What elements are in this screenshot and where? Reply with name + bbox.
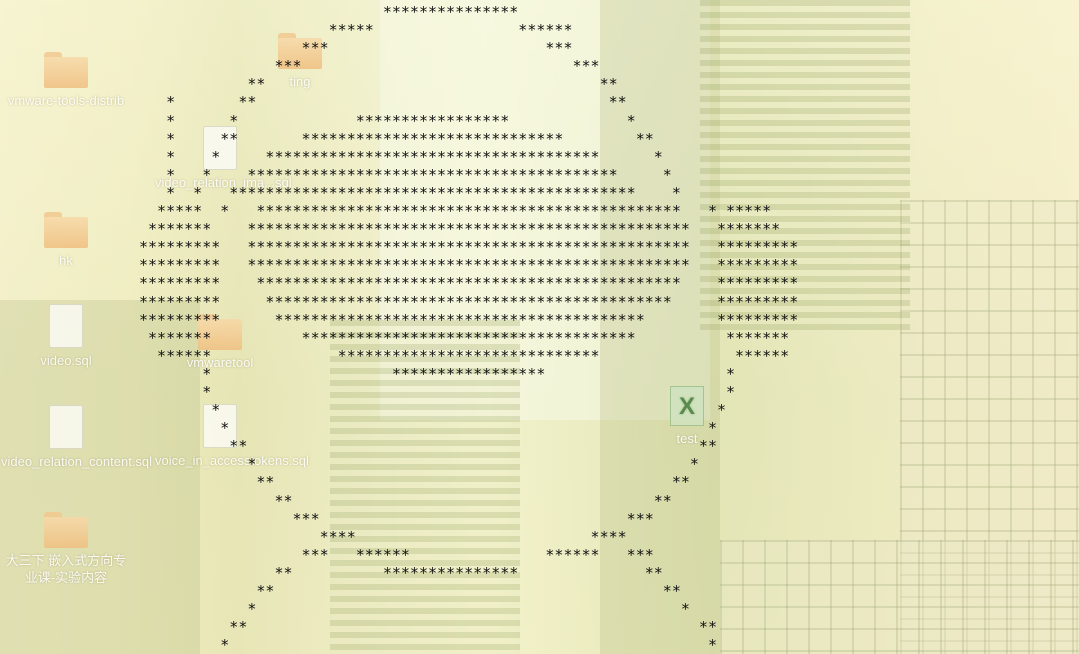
desktop-icon-label: video_relation_content.sql	[1, 454, 153, 469]
ascii-art-line: * * ************************************…	[139, 147, 663, 166]
ascii-art-line: * * ************************************…	[139, 165, 672, 184]
ascii-art-line: **** ****	[139, 527, 627, 546]
desktop-icon-label: hk	[59, 253, 73, 268]
ascii-art-line: ***** ******	[139, 21, 573, 40]
ascii-art-line: ********* ******************************…	[139, 256, 799, 275]
ascii-art-line: * *	[139, 455, 699, 474]
ascii-art-line: ****** ***************************** ***…	[139, 346, 790, 365]
ascii-art-line: * * ************************************…	[139, 183, 681, 202]
ascii-art-line: ** **	[139, 618, 717, 637]
ascii-art-line: ** **	[139, 437, 717, 456]
desktop-icon-label: 大三下 嵌入式方向专业课-实验内容	[5, 553, 127, 585]
ascii-art-line: ******* ********************************…	[139, 328, 790, 347]
sql-file-icon	[49, 405, 83, 449]
folder-icon	[44, 212, 88, 248]
ascii-art-line: ********* ******************************…	[139, 238, 799, 257]
ascii-art-line: * * ***************** *	[139, 111, 636, 130]
ascii-art-line: ********* ******************************…	[139, 274, 799, 293]
ascii-art-line: ********* ******************************…	[139, 292, 799, 311]
ascii-art-line: ***** * ********************************…	[139, 202, 772, 221]
ascii-art-line: ********* ******************************…	[139, 310, 799, 329]
ascii-art-line: * ***************** *	[139, 364, 736, 383]
ascii-art-line: ** **	[139, 491, 672, 510]
ascii-art-line: ** **	[139, 75, 618, 94]
desktop-icon-hk[interactable]: hk	[1, 212, 131, 269]
ascii-art-line: * ** ***************************** **	[139, 129, 654, 148]
ascii-art-line: ******* ********************************…	[139, 220, 781, 239]
ascii-art-line: * *	[139, 636, 717, 654]
folder-icon	[44, 52, 88, 88]
ascii-art-overlay: *************** ***** ****** *** *** ***…	[139, 3, 798, 654]
ascii-art-line: *** ***	[139, 509, 654, 528]
ascii-art-line: ** **	[139, 582, 681, 600]
ascii-art-line: * *	[139, 382, 736, 401]
desktop-icon-label: vmware-tools-distrib	[7, 93, 125, 108]
ascii-art-line: ***************	[139, 3, 519, 21]
ascii-art-line: ** *************** **	[139, 563, 663, 582]
desktop-icon-video-sql[interactable]: video.sql	[1, 304, 131, 369]
ascii-art-line: *** ***	[139, 57, 600, 76]
ascii-art-line: ** **	[139, 473, 690, 492]
ascii-art-line: *** ****** ****** ***	[139, 545, 654, 564]
ascii-art-line: * *	[139, 600, 690, 619]
folder-icon	[44, 512, 88, 548]
desktop-icon-embedded-course[interactable]: 大三下 嵌入式方向专业课-实验内容	[1, 512, 131, 586]
desktop-icon-vmware-tools-distrib[interactable]: vmware-tools-distrib	[1, 52, 131, 109]
sql-file-icon	[49, 304, 83, 348]
desktop-icon-label: video.sql	[40, 353, 92, 368]
desktop-icon-video-relation-content-sql[interactable]: video_relation_content.sql	[1, 405, 152, 470]
ascii-art-line: * *	[139, 401, 726, 420]
ascii-art-line: * ** **	[139, 93, 627, 112]
ascii-art-line: *** ***	[139, 39, 573, 58]
ascii-art-line: * *	[139, 419, 717, 438]
